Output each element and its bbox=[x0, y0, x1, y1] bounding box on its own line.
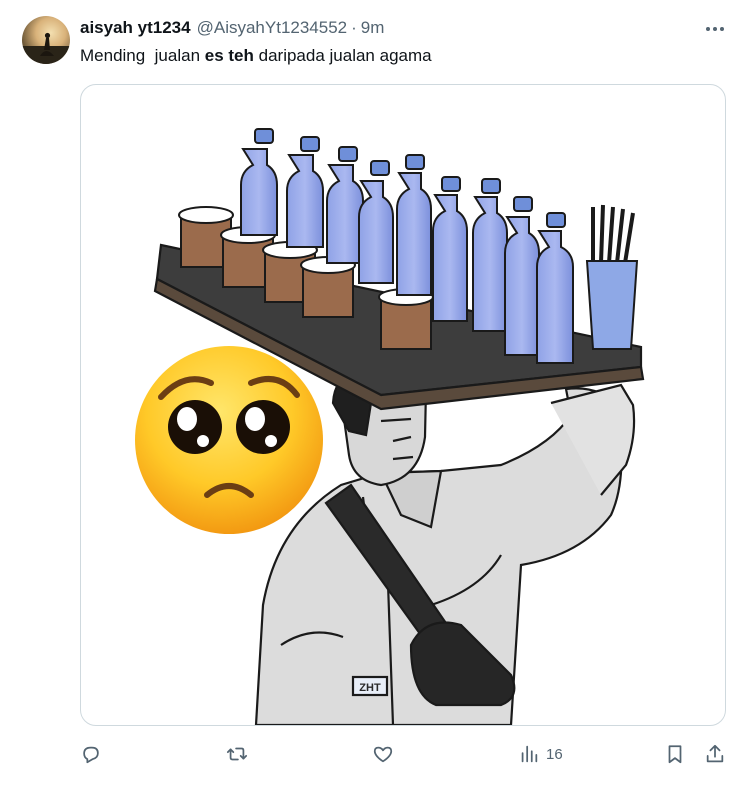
retweet-icon bbox=[226, 747, 248, 761]
bookmark-icon bbox=[668, 745, 682, 764]
tweet-text-part: Mending jualan bbox=[80, 46, 205, 65]
tweet-header: aisyah yt1234 @AisyahYt1234552 · 9m bbox=[80, 18, 384, 38]
reply-button[interactable] bbox=[80, 740, 108, 768]
reply-icon bbox=[83, 746, 99, 764]
user-handle[interactable]: @AisyahYt1234552 bbox=[197, 18, 348, 38]
tweet-media-image[interactable]: ZHT bbox=[80, 84, 726, 726]
more-options-button[interactable] bbox=[704, 18, 726, 40]
views-count: 16 bbox=[546, 745, 563, 763]
bookmark-button[interactable] bbox=[664, 740, 686, 768]
share-button[interactable] bbox=[704, 740, 726, 768]
avatar-image bbox=[22, 32, 70, 64]
tweet-text-part: daripada jualan agama bbox=[253, 46, 432, 65]
separator-dot: · bbox=[351, 18, 357, 37]
avatar[interactable] bbox=[22, 16, 70, 64]
tweet-action-bar: 16 bbox=[80, 740, 726, 768]
more-dot-icon bbox=[720, 27, 724, 31]
vendor-illustration: ZHT bbox=[135, 128, 645, 725]
tweet-text: Mending jualan es teh daripada jualan ag… bbox=[80, 46, 432, 66]
pleading-face-emoji bbox=[135, 346, 323, 534]
straw-cup bbox=[585, 204, 639, 350]
tweet-card[interactable]: aisyah yt1234 @AisyahYt1234552 · 9m Mend… bbox=[0, 0, 750, 787]
more-dot-icon bbox=[706, 27, 710, 31]
views-button[interactable]: 16 bbox=[518, 740, 563, 768]
timestamp[interactable]: 9m bbox=[361, 18, 385, 38]
like-button[interactable] bbox=[372, 740, 400, 768]
analytics-icon bbox=[521, 745, 538, 763]
retweet-button[interactable] bbox=[226, 740, 254, 768]
heart-icon bbox=[373, 746, 393, 763]
tweet-text-bold: es teh bbox=[204, 46, 254, 65]
more-dot-icon bbox=[713, 27, 717, 31]
display-name[interactable]: aisyah yt1234 bbox=[80, 18, 191, 38]
share-icon bbox=[706, 744, 724, 763]
image-logo-text: ZHT bbox=[359, 682, 381, 694]
